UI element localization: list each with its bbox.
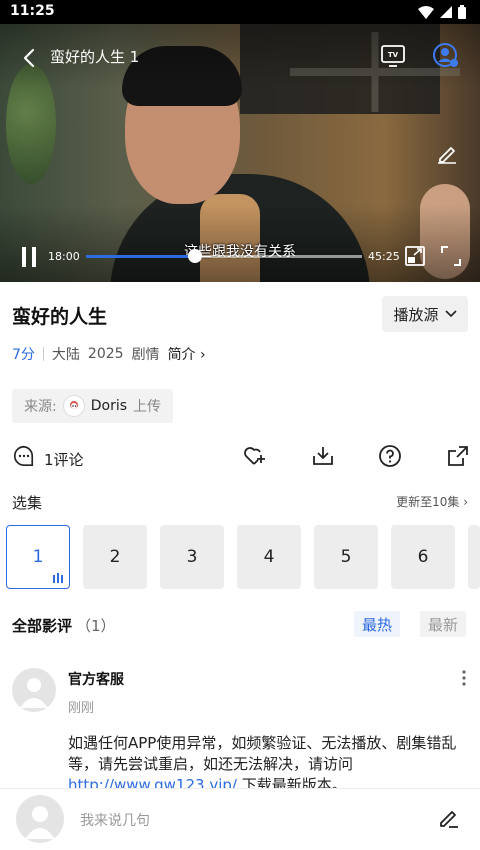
comment-time: 刚刚 bbox=[68, 701, 95, 716]
source-select-button[interactable]: 播放源 bbox=[382, 296, 468, 332]
uploader-avatar-icon bbox=[69, 401, 78, 409]
default-avatar-icon bbox=[20, 678, 48, 708]
total-time: 45:25 bbox=[368, 250, 400, 263]
favorite-heart-icon[interactable] bbox=[242, 444, 266, 468]
show-meta: 7分 大陆 2025 剧情 简介 › bbox=[12, 344, 206, 364]
tv-cast-icon[interactable]: TV bbox=[380, 44, 406, 68]
episode-label: 1 bbox=[32, 547, 44, 567]
episode-list: 1 2 3 4 5 6 bbox=[6, 525, 480, 589]
sort-hot-button[interactable]: 最热 bbox=[354, 611, 401, 637]
progress-bar[interactable] bbox=[86, 249, 362, 263]
uploader-label: 来源: bbox=[24, 399, 57, 415]
video-player[interactable]: 蛮好的人生 1 TV 这些跟我没有关系 18:00 45:25 bbox=[0, 24, 480, 282]
episodes-header: 选集 bbox=[12, 494, 43, 512]
comments-title: 全部影评 bbox=[12, 617, 73, 635]
default-avatar-icon bbox=[25, 806, 55, 839]
episode-6[interactable]: 6 bbox=[391, 525, 455, 589]
comment-icon[interactable] bbox=[12, 444, 36, 468]
progress-fill bbox=[86, 255, 196, 258]
show-title: 蛮好的人生 bbox=[12, 306, 108, 328]
uploader-tag[interactable]: 来源: Doris 上传 bbox=[12, 389, 174, 423]
episode-5[interactable]: 5 bbox=[314, 525, 378, 589]
episode-4[interactable]: 4 bbox=[237, 525, 301, 589]
genre: 剧情 bbox=[131, 347, 160, 363]
comment-text-part2: 下载最新版本。 bbox=[236, 776, 347, 788]
chevron-down-icon bbox=[444, 310, 457, 318]
episode-3[interactable]: 3 bbox=[160, 525, 224, 589]
episode-label: 6 bbox=[417, 547, 429, 567]
battery-icon bbox=[458, 5, 466, 19]
comment-count[interactable]: 1评论 bbox=[44, 449, 84, 470]
episode-label: 3 bbox=[186, 547, 198, 567]
episodes-update-link[interactable]: 更新至10集 › bbox=[396, 493, 468, 510]
divider bbox=[42, 347, 44, 361]
episode-label: 2 bbox=[109, 547, 121, 567]
uploader-suffix: 上传 bbox=[133, 399, 162, 415]
help-icon[interactable] bbox=[378, 444, 402, 468]
region: 大陆 bbox=[51, 347, 80, 363]
sort-new-button[interactable]: 最新 bbox=[420, 611, 467, 637]
comment-text: 如遇任何APP使用异常，如频繁验证、无法播放、剧集错乱等，请先尝试重启，如还无法… bbox=[68, 733, 468, 788]
score: 7分 bbox=[12, 347, 35, 363]
comment-author[interactable]: 官方客服 bbox=[68, 669, 124, 689]
share-icon[interactable] bbox=[446, 444, 470, 468]
danmaku-pencil-icon[interactable] bbox=[436, 142, 458, 164]
source-button-label: 播放源 bbox=[393, 305, 439, 324]
uploader-avatar bbox=[62, 395, 85, 417]
pip-icon[interactable] bbox=[404, 245, 426, 267]
edit-icon[interactable] bbox=[438, 807, 460, 829]
status-time: 11:25 bbox=[10, 3, 55, 19]
action-row: 1评论 bbox=[0, 444, 480, 474]
intro-label: 简介 bbox=[167, 347, 196, 363]
episode-1[interactable]: 1 bbox=[6, 525, 70, 589]
my-avatar[interactable] bbox=[16, 795, 64, 843]
episode-label: 4 bbox=[263, 547, 275, 567]
svg-text:TV: TV bbox=[388, 51, 399, 59]
signal-icon bbox=[440, 6, 452, 18]
pause-icon[interactable] bbox=[20, 246, 38, 268]
episode-label: 5 bbox=[340, 547, 352, 567]
download-icon[interactable] bbox=[311, 444, 335, 468]
comment-link[interactable]: http://www.qw123.vip/ bbox=[68, 776, 237, 788]
status-bar: 11:25 bbox=[0, 0, 480, 24]
comments-count: （1） bbox=[76, 617, 116, 635]
status-icons bbox=[418, 5, 466, 19]
playing-indicator-icon bbox=[53, 573, 63, 583]
episode-next-partial[interactable] bbox=[468, 525, 480, 589]
wifi-icon bbox=[418, 5, 434, 19]
comment-input[interactable]: 我来说几句 bbox=[80, 810, 150, 830]
current-time: 18:00 bbox=[48, 250, 80, 263]
comment-input-bar: 我来说几句 bbox=[0, 788, 480, 850]
uploader-name: Doris bbox=[90, 398, 128, 414]
year: 2025 bbox=[87, 346, 124, 362]
comment-avatar[interactable] bbox=[12, 668, 56, 712]
comments-header: 全部影评 （1） bbox=[12, 615, 116, 636]
comment-text-part1: 如遇任何APP使用异常，如频繁验证、无法播放、剧集错乱等，请先尝试重启，如还无法… bbox=[68, 734, 457, 773]
more-icon[interactable] bbox=[460, 668, 468, 688]
back-icon[interactable] bbox=[18, 46, 42, 70]
fullscreen-icon[interactable] bbox=[440, 245, 462, 267]
episodes-update-text: 更新至10集 bbox=[396, 495, 460, 509]
intro-link[interactable]: 简介 › bbox=[168, 344, 206, 364]
player-title: 蛮好的人生 1 bbox=[50, 48, 140, 66]
comment-item: 官方客服 刚刚 如遇任何APP使用异常，如频繁验证、无法播放、剧集错乱等，请先尝… bbox=[0, 660, 480, 788]
episode-2[interactable]: 2 bbox=[83, 525, 147, 589]
user-avatar-icon[interactable] bbox=[432, 42, 460, 70]
